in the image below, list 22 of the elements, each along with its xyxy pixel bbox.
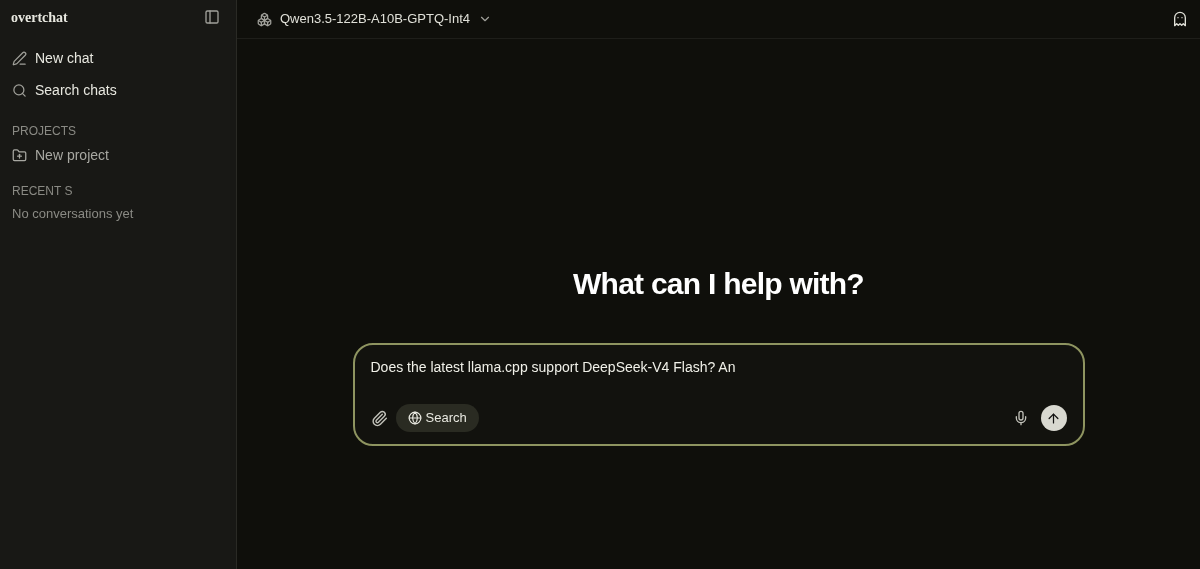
sidebar-item[interactable]: New chat (8, 42, 228, 74)
welcome-heading: What can I help with? (573, 266, 864, 302)
sidebar-icon (204, 9, 220, 25)
ghost-icon (1172, 11, 1188, 27)
globe-icon (407, 411, 422, 425)
send-button[interactable] (1040, 405, 1067, 431)
ghost-button[interactable] (1172, 11, 1188, 27)
model-selector[interactable]: Qwen3.5-122B-A10B-GPTQ-Int4 (257, 9, 493, 29)
model-icon (257, 11, 272, 27)
brand-logo: overtchat (11, 8, 68, 27)
sidebar-item[interactable]: New project (8, 140, 228, 170)
search-toggle-button[interactable]: Search (395, 404, 479, 432)
section-heading: RECENT S (11, 183, 74, 200)
message-input[interactable]: Does the latest llama.cpp support DeepSeek-V4 Flash? An (370, 357, 1067, 378)
sidebar-item[interactable]: Search chats (8, 74, 228, 106)
search-icon (12, 82, 27, 98)
pencil-icon (12, 50, 27, 66)
paperclip-icon (370, 409, 388, 427)
folder-plus-icon (12, 147, 27, 163)
empty-message: No conversations yet (11, 205, 135, 223)
section-heading: PROJECTS (11, 123, 77, 140)
attach-button[interactable] (370, 409, 388, 427)
